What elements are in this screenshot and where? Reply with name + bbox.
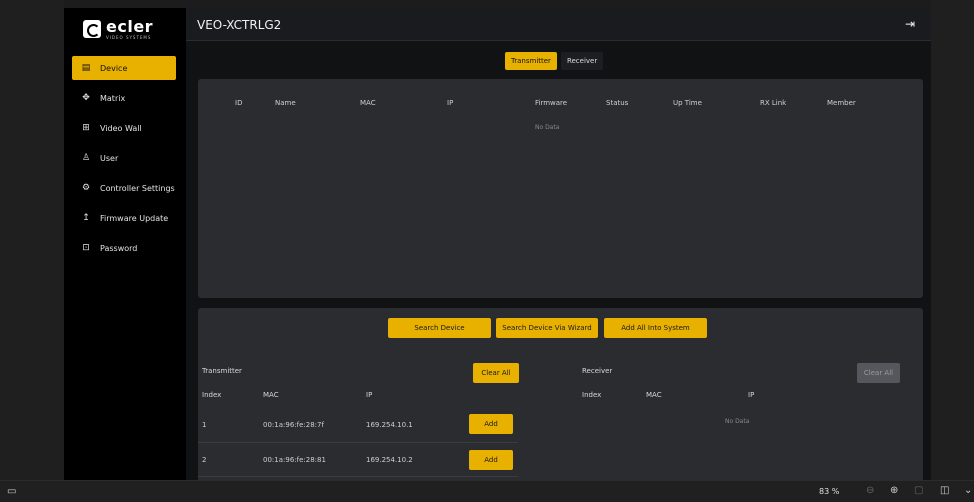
matrix-icon: ✥ [82,93,90,103]
row-mac: 00:1a:96:fe:28:81 [263,456,326,464]
device-search-panel: Search Device Search Device Via Wizard A… [198,308,923,480]
row-divider [198,442,518,443]
sidebar-item-label: Firmware Update [100,213,169,223]
sidebar-item-label: Matrix [100,93,126,103]
sidebar-item-label: Password [100,243,138,253]
sidebar-item-firmware-update[interactable]: ↥ Firmware Update [72,206,176,230]
device-icon: ▤ [81,63,91,73]
sidebar-item-video-wall[interactable]: ⊞ Video Wall [72,116,176,140]
column-header: Status [606,99,629,107]
device-tabs: Transmitter Receiver [505,52,604,70]
column-header: RX Link [760,99,787,107]
ecler-logo-icon [83,20,101,38]
row-index: 1 [202,421,207,429]
sidebar-item-password[interactable]: ⊡ Password [72,236,176,260]
zoom-in-icon[interactable]: ⊕ [890,485,898,496]
search-device-button[interactable]: Search Device [388,318,491,338]
right-gutter [931,0,974,480]
row-ip: 169.254.10.2 [366,456,413,464]
sidebar-item-user[interactable]: ♙ User [72,146,176,170]
column-header: Name [275,99,296,107]
left-gutter [0,0,64,480]
receiver-list-title: Receiver [582,367,613,375]
app-window: ecler VIDEO SYSTEMS ▤ Device ✥ Matrix ⊞ … [64,8,931,480]
empty-message: No Data [535,124,560,131]
column-header: IP [447,99,454,107]
receiver-clear-all-button[interactable]: Clear All [857,363,900,383]
logout-icon[interactable]: ⇥ [905,17,915,31]
brand-logo: ecler VIDEO SYSTEMS [83,18,153,40]
sidebar-item-device[interactable]: ▤ Device [72,56,176,80]
add-button[interactable]: Add [469,414,513,434]
tab-transmitter[interactable]: Transmitter [505,52,557,70]
gear-icon: ⚙ [81,183,91,193]
column-header: Index [202,391,222,399]
brand-name: ecler [106,16,154,36]
column-header: Firmware [535,99,568,107]
user-icon: ♙ [81,153,91,163]
display-icon[interactable]: ▭ [7,486,16,497]
device-table-panel: ID Name MAC IP Firmware Status Up Time R… [198,79,923,298]
column-header: IP [748,391,755,399]
sidebar: ecler VIDEO SYSTEMS ▤ Device ✥ Matrix ⊞ … [64,8,186,480]
sidebar-nav: ▤ Device ✥ Matrix ⊞ Video Wall ♙ User ⚙ … [72,56,176,266]
transmitter-clear-all-button[interactable]: Clear All [473,363,519,383]
lock-icon: ⊡ [82,243,90,253]
row-index: 2 [202,456,207,464]
column-header: Up Time [673,99,702,107]
status-bar: ▭ 83 % ⊖ ⊕ ▢ ◫ ⌄ [0,480,974,502]
column-header: MAC [360,99,376,107]
main-content: Transmitter Receiver ID Name MAC IP Firm… [186,42,931,480]
sidebar-item-label: Device [100,63,128,73]
row-ip: 169.254.10.1 [366,421,413,429]
fit-page-icon[interactable]: ▢ [914,485,923,496]
column-header: Member [827,99,856,107]
zoom-out-icon[interactable]: ⊖ [866,485,874,496]
column-header: Index [582,391,602,399]
sidebar-item-label: Video Wall [100,123,142,133]
add-button[interactable]: Add [469,450,513,470]
sidebar-item-label: User [100,153,119,163]
transmitter-list-title: Transmitter [202,367,242,375]
sidebar-item-controller-settings[interactable]: ⚙ Controller Settings [72,176,176,200]
search-wizard-button[interactable]: Search Device Via Wizard [496,318,598,338]
column-header: MAC [263,391,279,399]
column-header: ID [235,99,243,107]
column-header: IP [366,391,373,399]
add-all-button[interactable]: Add All Into System [604,318,707,338]
row-divider [198,476,518,477]
upload-icon: ↥ [82,213,90,223]
header: VEO-XCTRLG2 ⇥ [186,8,931,41]
zoom-level: 83 % [819,487,840,496]
grid-icon: ⊞ [82,123,90,133]
row-mac: 00:1a:96:fe:28:7f [263,421,324,429]
sidebar-item-matrix[interactable]: ✥ Matrix [72,86,176,110]
brand-subtitle: VIDEO SYSTEMS [106,34,152,40]
empty-message: No Data [725,418,750,425]
overflow-icon[interactable]: ⌄ [964,485,972,496]
column-header: MAC [646,391,662,399]
tab-receiver[interactable]: Receiver [560,52,604,70]
reading-view-icon[interactable]: ◫ [940,485,949,496]
sidebar-item-label: Controller Settings [100,183,175,193]
page-title: VEO-XCTRLG2 [197,18,282,32]
